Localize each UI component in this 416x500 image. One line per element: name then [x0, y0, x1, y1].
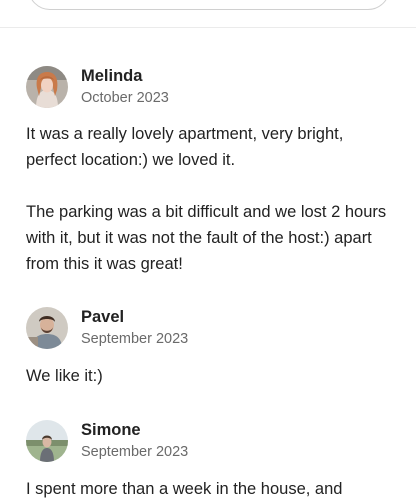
review-paragraph: The parking was a bit difficult and we l…	[26, 203, 387, 273]
review-paragraph: We like it:)	[26, 367, 103, 385]
reviews-page: Melinda October 2023 It was a really lov…	[0, 0, 416, 500]
review-paragraph: I spent more than a week in the house, a…	[26, 480, 343, 498]
review-text: We like it:)	[26, 363, 394, 389]
search-bar[interactable]	[28, 0, 390, 10]
review-header: Simone September 2023	[26, 420, 386, 462]
review-text: It was a really lovely apartment, very b…	[26, 121, 394, 277]
avatar[interactable]	[26, 307, 68, 349]
review-date: September 2023	[81, 331, 189, 347]
reviewer-name: Pavel	[81, 308, 125, 326]
review-date: October 2023	[81, 90, 169, 106]
reviewer-name: Melinda	[81, 67, 143, 85]
review-header: Melinda October 2023	[26, 66, 386, 108]
reviewer-name: Simone	[81, 421, 141, 439]
avatar[interactable]	[26, 66, 68, 108]
review-paragraph: It was a really lovely apartment, very b…	[26, 125, 344, 169]
header-divider	[0, 27, 416, 28]
avatar[interactable]	[26, 420, 68, 462]
review-header: Pavel September 2023	[26, 307, 386, 349]
review-text: I spent more than a week in the house, a…	[26, 476, 394, 500]
review-date: September 2023	[81, 444, 189, 460]
